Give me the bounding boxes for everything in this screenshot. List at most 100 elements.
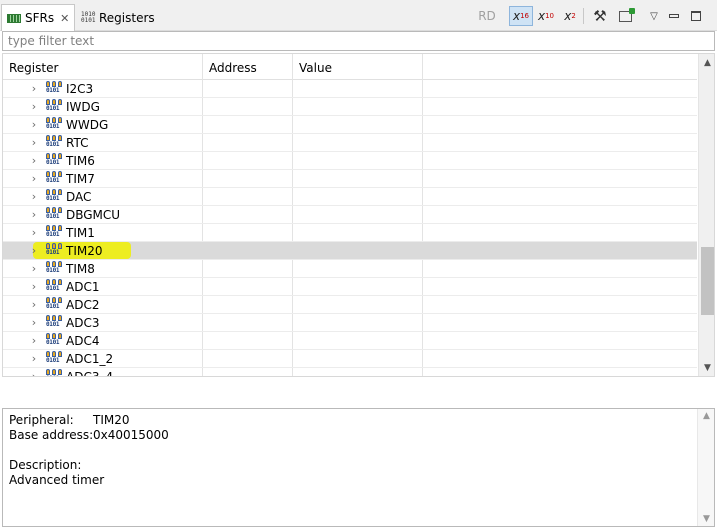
binary-format-button[interactable]: x2 [558, 6, 582, 26]
peripheral-icon: 0101 [46, 369, 62, 376]
decimal-format-base: 10 [545, 12, 555, 20]
table-row[interactable]: › 0101 TIM8 [3, 260, 697, 278]
peripheral-icon: 0101 [46, 297, 62, 312]
tab-registers[interactable]: 1010 0101 Registers [79, 4, 155, 31]
chevron-right-icon[interactable]: › [29, 227, 39, 239]
chevron-right-icon[interactable]: › [29, 101, 39, 113]
chevron-right-icon[interactable]: › [29, 353, 39, 365]
table-row[interactable]: › 0101 I2C3 [3, 80, 697, 98]
filter-input[interactable] [2, 31, 715, 51]
chevron-right-icon[interactable]: › [29, 317, 39, 329]
scroll-up-icon[interactable]: ▲ [699, 54, 714, 71]
chevron-right-icon[interactable]: › [29, 155, 39, 167]
peripheral-icon: 0101 [46, 225, 62, 240]
binary-format-icon: x [564, 9, 572, 23]
table-row[interactable]: › 0101 ADC1 [3, 278, 697, 296]
table-row[interactable]: › 0101 IWDG [3, 98, 697, 116]
details-pane: Peripheral: TIM20 Base address: 0x400150… [2, 408, 715, 527]
register-name: WWDG [66, 118, 109, 132]
register-name: DBGMCU [66, 208, 121, 222]
register-name: TIM20 [66, 244, 103, 258]
chevron-right-icon[interactable]: › [29, 299, 39, 311]
table-row[interactable]: › 0101 ADC3 [3, 314, 697, 332]
view-tab-bar: SFRs ✕ 1010 0101 Registers RD x 16 x 10 x2 … [0, 0, 717, 31]
chevron-right-icon[interactable]: › [29, 371, 39, 377]
register-name: RTC [66, 136, 89, 150]
register-name: DAC [66, 190, 92, 204]
vertical-scrollbar[interactable]: ▲ ▼ [698, 54, 714, 376]
minimize-button[interactable] [666, 6, 682, 26]
peripheral-icon: 0101 [46, 243, 62, 258]
view-menu-button[interactable]: ▽ [645, 6, 663, 26]
column-header-address[interactable]: Address [203, 54, 257, 80]
chevron-right-icon[interactable]: › [29, 263, 39, 275]
details-scrollbar[interactable]: ▲ ▼ [697, 409, 714, 526]
table-row[interactable]: › 0101 DBGMCU [3, 206, 697, 224]
base-address-label: Base address: [9, 428, 94, 442]
chevron-right-icon[interactable]: › [29, 119, 39, 131]
scroll-up-icon[interactable]: ▲ [698, 411, 715, 421]
peripheral-icon: 0101 [46, 171, 62, 186]
scrollbar-thumb[interactable] [701, 247, 714, 315]
chevron-right-icon[interactable]: › [29, 173, 39, 185]
maximize-button[interactable] [688, 6, 704, 26]
binary-registers-icon: 1010 0101 [81, 10, 96, 24]
hex-format-base: 16 [520, 12, 530, 20]
register-name: ADC3_4 [66, 370, 114, 377]
description-value: Advanced timer [9, 473, 105, 487]
table-row[interactable]: › 0101 ADC3_4 [3, 368, 697, 377]
decimal-format-button[interactable]: x 10 [534, 6, 558, 26]
description-label: Description: [9, 458, 82, 472]
table-row[interactable]: › 0101 WWDG [3, 116, 697, 134]
table-row[interactable]: › 0101 ADC4 [3, 332, 697, 350]
chevron-right-icon[interactable]: › [29, 191, 39, 203]
tools-button[interactable]: ⚒ [590, 6, 610, 26]
peripheral-icon: 0101 [46, 81, 62, 96]
read-button[interactable]: RD [476, 6, 498, 26]
register-name: I2C3 [66, 82, 94, 96]
tab-sfrs[interactable]: SFRs ✕ [1, 4, 75, 31]
peripheral-icon: 0101 [46, 189, 62, 204]
tab-sfrs-label: SFRs [25, 11, 55, 25]
peripheral-icon: 0101 [46, 315, 62, 330]
sfr-table: Register Address Value › 0101 I2C3 › 0101 IWD… [2, 53, 715, 377]
table-header: Register Address Value [3, 54, 697, 80]
register-name: ADC3 [66, 316, 100, 330]
table-row[interactable]: › 0101 TIM20 [3, 242, 697, 260]
register-name: TIM6 [66, 154, 95, 168]
table-row[interactable]: › 0101 RTC [3, 134, 697, 152]
register-name: TIM7 [66, 172, 95, 186]
chevron-right-icon[interactable]: › [29, 245, 39, 257]
table-row[interactable]: › 0101 TIM1 [3, 224, 697, 242]
column-header-register[interactable]: Register [3, 54, 58, 80]
peripheral-icon: 0101 [46, 207, 62, 222]
peripheral-label: Peripheral: [9, 413, 74, 427]
register-name: TIM8 [66, 262, 95, 276]
hex-format-icon: x [512, 9, 521, 23]
chevron-right-icon[interactable]: › [29, 83, 39, 95]
chevron-right-icon[interactable]: › [29, 209, 39, 221]
peripheral-icon: 0101 [46, 135, 62, 150]
chevron-right-icon[interactable]: › [29, 335, 39, 347]
pin-view-button[interactable] [615, 6, 635, 26]
tab-registers-label: Registers [99, 10, 155, 25]
register-name: ADC4 [66, 334, 100, 348]
hex-format-button[interactable]: x 16 [509, 6, 533, 26]
table-row[interactable]: › 0101 TIM7 [3, 170, 697, 188]
table-row[interactable]: › 0101 ADC2 [3, 296, 697, 314]
sfr-register-icon [7, 13, 21, 23]
chevron-right-icon[interactable]: › [29, 281, 39, 293]
table-row[interactable]: › 0101 DAC [3, 188, 697, 206]
base-address-line: Base address: 0x40015000 [9, 428, 708, 443]
peripheral-line: Peripheral: TIM20 [9, 413, 708, 428]
scroll-down-icon[interactable]: ▼ [698, 514, 715, 524]
close-icon[interactable]: ✕ [60, 12, 69, 25]
scroll-down-icon[interactable]: ▼ [699, 359, 714, 376]
table-row[interactable]: › 0101 ADC1_2 [3, 350, 697, 368]
decimal-format-icon: x [537, 9, 546, 23]
chevron-right-icon[interactable]: › [29, 137, 39, 149]
register-name: IWDG [66, 100, 100, 114]
table-row[interactable]: › 0101 TIM6 [3, 152, 697, 170]
binary-format-base: 2 [571, 12, 576, 20]
column-header-value[interactable]: Value [293, 54, 332, 80]
